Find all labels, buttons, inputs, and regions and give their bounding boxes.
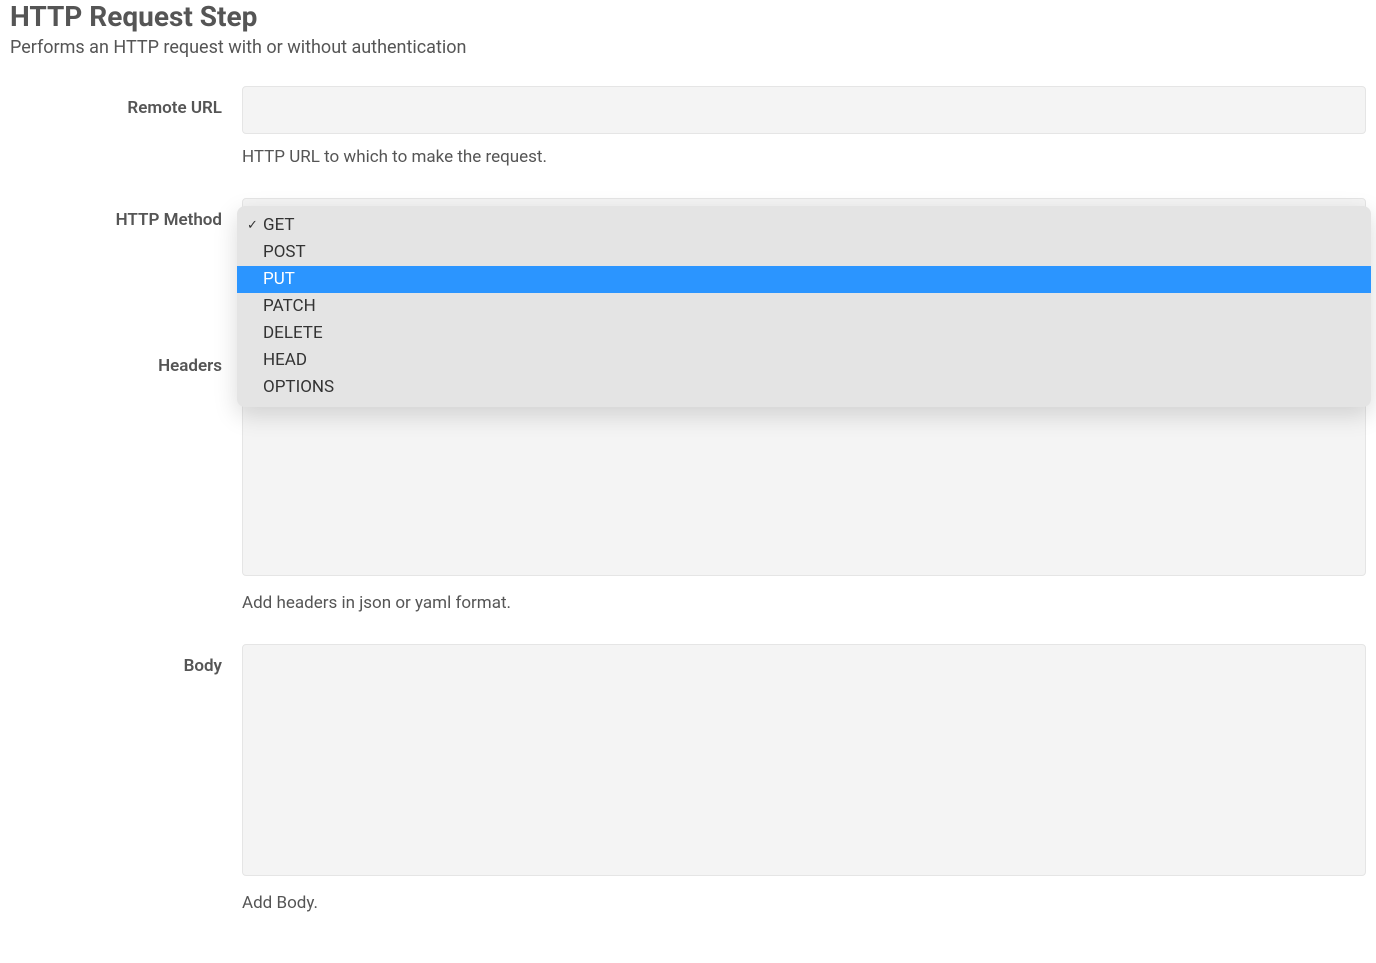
http-method-option-post[interactable]: POST bbox=[237, 239, 1371, 266]
http-method-dropdown: ✓GET POST PUT PATCH DELETE HEAD OPTIONS bbox=[237, 206, 1371, 407]
option-label: GET bbox=[263, 215, 295, 235]
option-label: PATCH bbox=[263, 296, 316, 316]
http-method-option-get[interactable]: ✓GET bbox=[237, 212, 1371, 239]
body-textarea[interactable] bbox=[242, 644, 1366, 876]
option-label: DELETE bbox=[263, 323, 323, 343]
remote-url-label: Remote URL bbox=[10, 86, 242, 118]
body-row: Body Add Body. bbox=[10, 644, 1366, 916]
http-method-option-patch[interactable]: PATCH bbox=[237, 293, 1371, 320]
remote-url-help: HTTP URL to which to make the request. bbox=[242, 146, 1366, 170]
body-help: Add Body. bbox=[242, 892, 1366, 916]
http-method-option-options[interactable]: OPTIONS bbox=[237, 374, 1371, 401]
http-method-option-delete[interactable]: DELETE bbox=[237, 320, 1371, 347]
http-method-row: HTTP Method ✓GETPOSTPUTPATCHDELETEHEADOP… bbox=[10, 198, 1366, 316]
http-method-option-head[interactable]: HEAD bbox=[237, 347, 1371, 374]
headers-label: Headers bbox=[10, 344, 242, 376]
check-icon: ✓ bbox=[247, 218, 263, 233]
page-subtitle: Performs an HTTP request with or without… bbox=[10, 37, 1366, 58]
http-method-option-put[interactable]: PUT bbox=[237, 266, 1371, 293]
remote-url-row: Remote URL HTTP URL to which to make the… bbox=[10, 86, 1366, 170]
headers-help: Add headers in json or yaml format. bbox=[242, 592, 1366, 616]
http-method-label: HTTP Method bbox=[10, 198, 242, 230]
option-label: PUT bbox=[263, 269, 295, 289]
option-label: POST bbox=[263, 242, 306, 262]
page-title: HTTP Request Step bbox=[10, 0, 1366, 33]
option-label: OPTIONS bbox=[263, 377, 334, 397]
remote-url-input[interactable] bbox=[242, 86, 1366, 134]
body-label: Body bbox=[10, 644, 242, 676]
option-label: HEAD bbox=[263, 350, 307, 370]
